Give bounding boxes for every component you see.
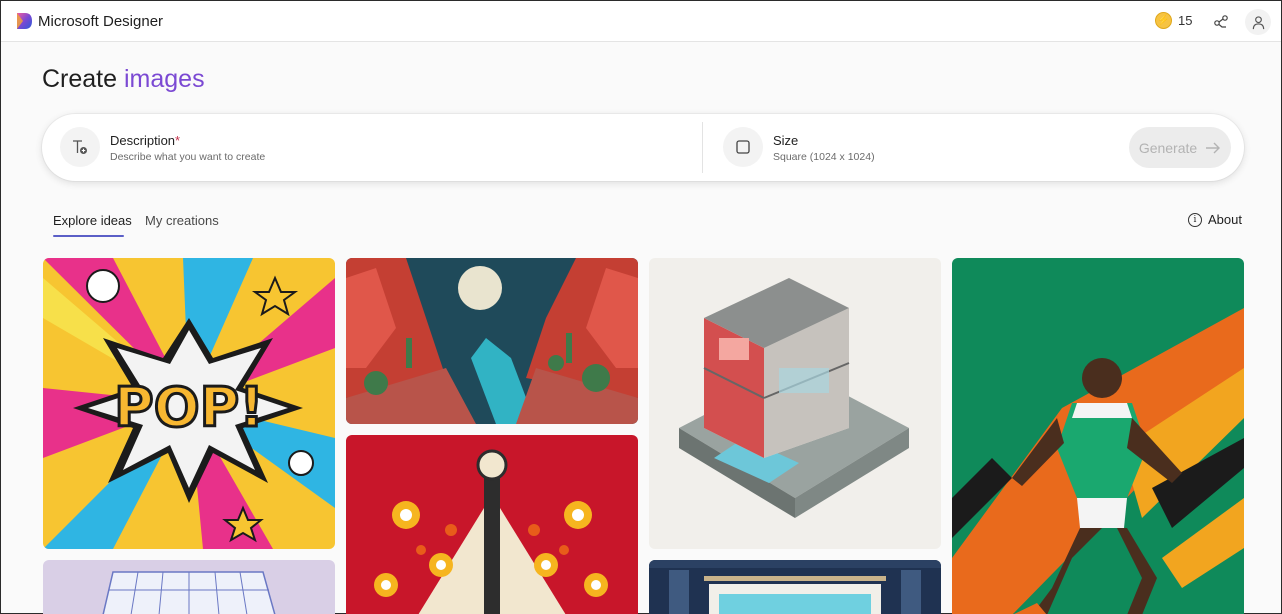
tab-explore-ideas[interactable]: Explore ideas: [53, 213, 132, 228]
size-select[interactable]: Square (1024 x 1024): [773, 151, 875, 163]
glass-pavilion-image: [43, 560, 335, 614]
prompt-bar: Description* Describe what you want to c…: [42, 114, 1244, 181]
svg-text:POP!: POP!: [114, 376, 264, 439]
about-button[interactable]: i About: [1188, 212, 1242, 227]
required-marker: *: [175, 133, 181, 148]
arrow-right-icon: [1206, 142, 1221, 153]
folk-guitar-card[interactable]: [346, 435, 638, 614]
boost-count: 15: [1178, 13, 1193, 28]
isometric-house-card[interactable]: [649, 258, 941, 549]
text-add-icon: [73, 140, 87, 154]
description-field-icon[interactable]: [60, 127, 100, 167]
glass-pavilion-card[interactable]: [43, 560, 335, 614]
description-label-text: Description: [110, 133, 176, 148]
folk-guitar-image: [346, 435, 638, 614]
top-bar: Microsoft Designer ⚡ 15: [1, 1, 1281, 42]
page-title-accent: images: [124, 65, 205, 93]
person-icon: [1252, 15, 1264, 29]
description-input[interactable]: Describe what you want to create: [110, 151, 265, 163]
about-label: About: [1208, 212, 1242, 227]
soccer-player-card[interactable]: [952, 258, 1244, 614]
active-tab-indicator: [53, 235, 124, 237]
share-button[interactable]: [1209, 10, 1233, 34]
designer-logo-icon[interactable]: [15, 11, 33, 31]
lightning-coin-icon: ⚡: [1155, 12, 1172, 29]
pop-art-image: POP!: [43, 258, 335, 549]
pool-room-image: [649, 560, 941, 614]
square-size-icon: [736, 140, 750, 154]
tab-my-creations[interactable]: My creations: [145, 213, 219, 228]
page-title-prefix: Create: [42, 65, 118, 93]
generate-button-label: Generate: [1138, 139, 1198, 156]
field-divider: [702, 122, 703, 173]
pool-room-card[interactable]: [649, 560, 941, 614]
size-label[interactable]: Size: [773, 133, 798, 148]
size-field-icon[interactable]: [723, 127, 763, 167]
account-button[interactable]: [1245, 9, 1271, 35]
desert-canyon-card[interactable]: [346, 258, 638, 424]
page-title: Create images: [42, 65, 205, 94]
soccer-player-image: [952, 258, 1244, 614]
boost-counter[interactable]: ⚡ 15: [1155, 12, 1192, 29]
share-icon: [1214, 15, 1228, 28]
app-title: Microsoft Designer: [38, 13, 164, 30]
description-label[interactable]: Description*: [110, 133, 180, 148]
pop-art-card[interactable]: POP!: [43, 258, 335, 549]
isometric-house-image: [649, 258, 941, 549]
desert-canyon-image: [346, 258, 638, 424]
generate-button[interactable]: Generate: [1129, 127, 1231, 168]
info-icon: i: [1188, 212, 1202, 227]
